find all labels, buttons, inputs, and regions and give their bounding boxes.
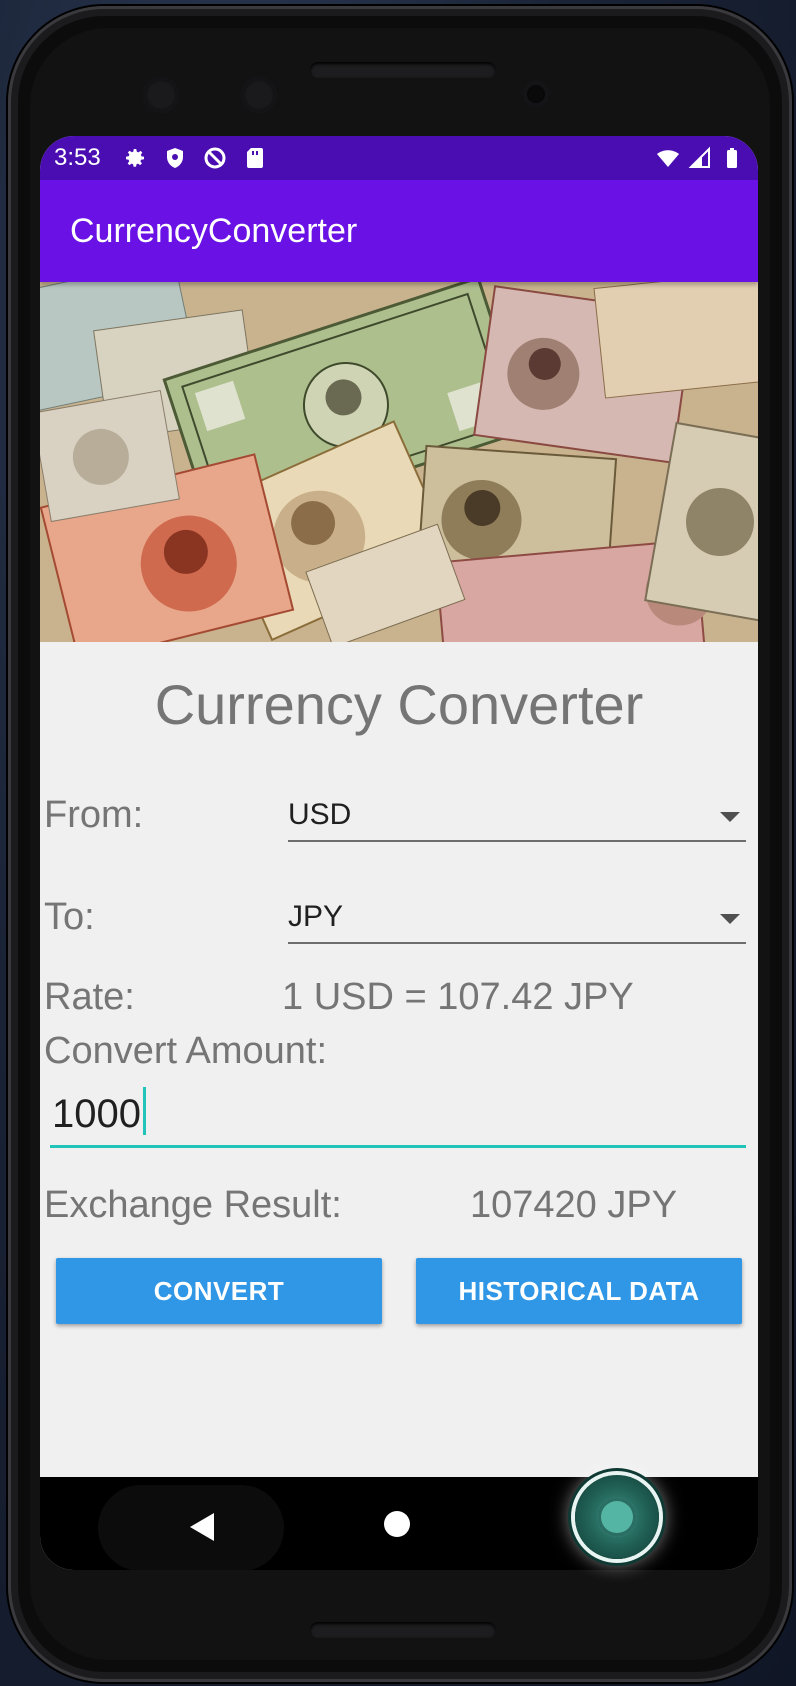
- device-screen: 3:53 CurrencyConverter Currency Converte…: [40, 136, 758, 1570]
- front-camera: [142, 76, 180, 114]
- home-icon[interactable]: [384, 1511, 410, 1537]
- shield-icon: [166, 148, 183, 168]
- to-currency-dropdown[interactable]: JPY: [288, 890, 746, 944]
- app-title: CurrencyConverter: [70, 211, 358, 250]
- gear-icon: [125, 149, 144, 167]
- historical-data-button[interactable]: HISTORICAL DATA: [416, 1258, 742, 1324]
- bottom-speaker: [310, 1622, 496, 1638]
- amount-label: Convert Amount:: [44, 1030, 328, 1072]
- converter-form: Currency Converter From: USD To: JPY Rat…: [40, 642, 758, 1477]
- proximity-sensor: [522, 80, 550, 108]
- from-currency-dropdown[interactable]: USD: [288, 788, 746, 842]
- no-sign-icon: [204, 147, 226, 169]
- rate-value: 1 USD = 107.42 JPY: [282, 976, 634, 1018]
- app-bar: CurrencyConverter: [40, 180, 758, 282]
- top-speaker: [310, 62, 496, 78]
- amount-input[interactable]: 1000: [50, 1082, 746, 1148]
- assistant-bubble-icon[interactable]: [575, 1475, 659, 1559]
- sd-card-icon: [246, 148, 263, 168]
- banknotes-banner-image: [40, 282, 758, 642]
- battery-icon: [727, 148, 737, 168]
- from-currency-value: USD: [288, 798, 352, 831]
- rate-label: Rate:: [44, 976, 135, 1018]
- to-label: To:: [44, 896, 95, 938]
- dropdown-arrow-icon: [720, 914, 740, 924]
- dropdown-arrow-icon: [720, 812, 740, 822]
- amount-value: 1000: [52, 1092, 141, 1136]
- convert-button[interactable]: CONVERT: [56, 1258, 382, 1324]
- text-cursor: [142, 1087, 146, 1135]
- result-label: Exchange Result:: [44, 1184, 342, 1226]
- bubble-core: [597, 1497, 637, 1537]
- from-label: From:: [44, 794, 144, 836]
- front-sensor: [240, 76, 278, 114]
- back-icon[interactable]: [190, 1513, 214, 1541]
- banknotes-illustration: [40, 282, 758, 642]
- status-bar: 3:53: [40, 136, 758, 180]
- signal-icon: [688, 146, 710, 168]
- to-currency-value: JPY: [288, 900, 344, 933]
- result-value: 107420 JPY: [470, 1184, 678, 1226]
- wifi-icon: [657, 150, 679, 167]
- page-title: Currency Converter: [154, 673, 644, 736]
- status-time: 3:53: [54, 144, 101, 171]
